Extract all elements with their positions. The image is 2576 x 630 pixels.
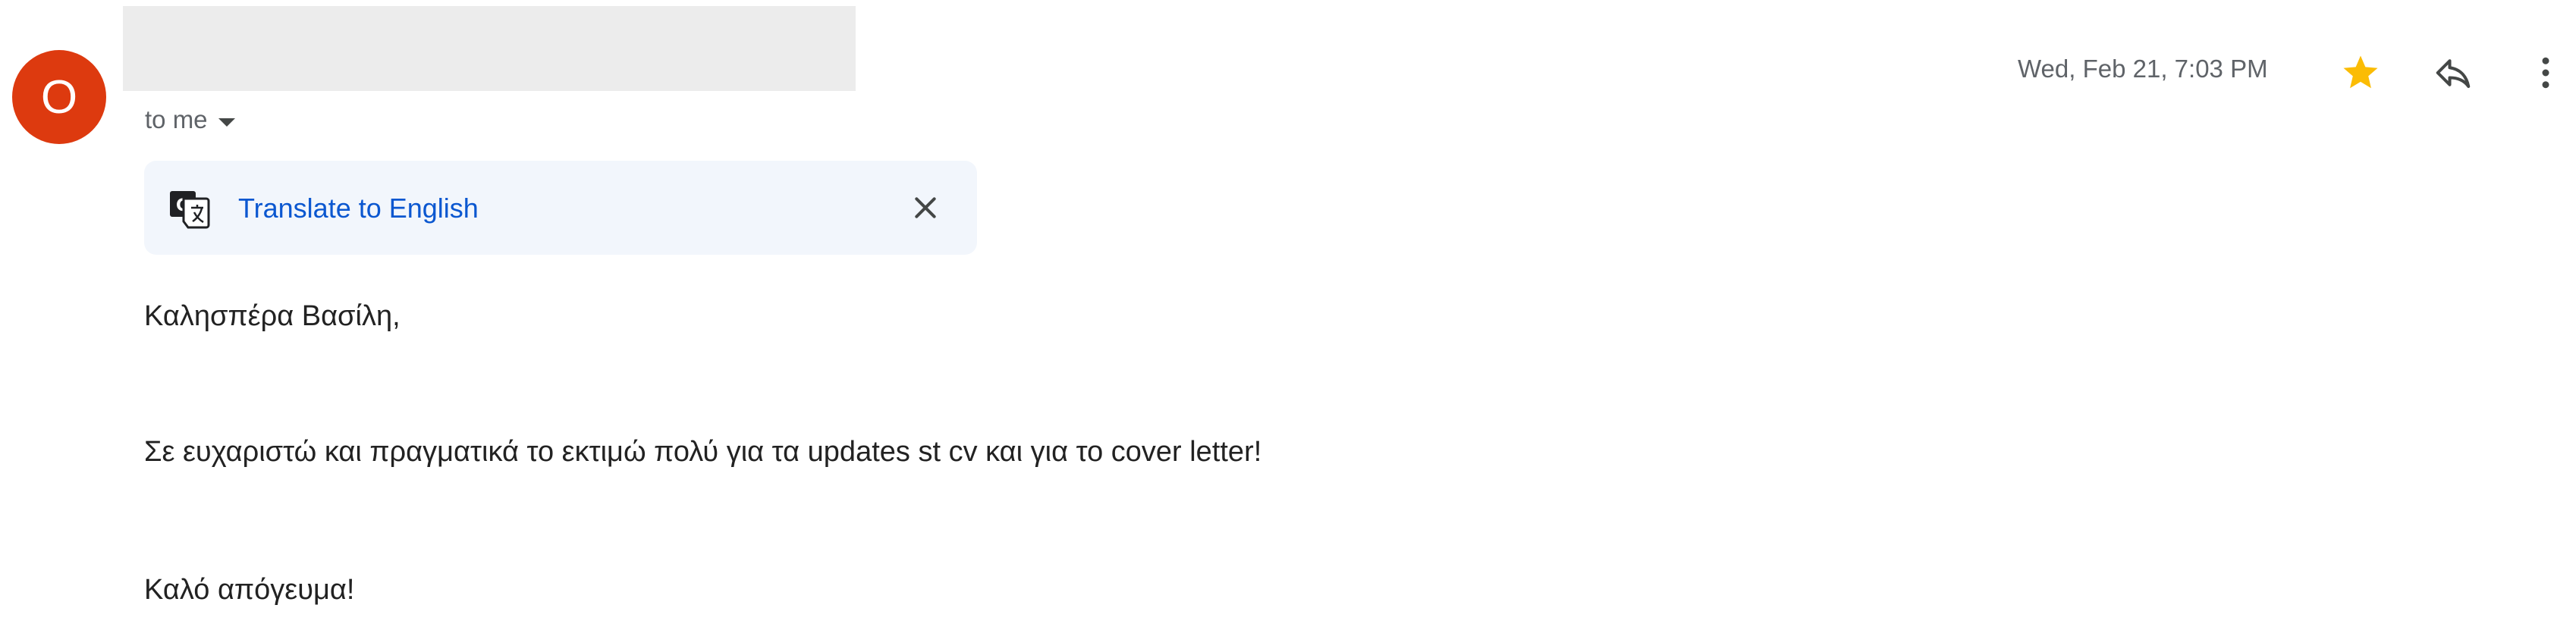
message-date: Wed, Feb 21, 7:03 PM [2018,55,2268,83]
message-greeting: Καλησπέρα Βασίλη, [144,300,401,332]
translate-link[interactable]: Translate to English [238,193,479,224]
caret-down-icon[interactable] [218,118,235,127]
sender-name-redacted [123,6,856,91]
close-icon[interactable] [907,190,944,226]
reply-icon[interactable] [2430,50,2476,96]
star-icon[interactable] [2338,50,2383,96]
sender-initial: O [40,71,78,124]
translate-bar: G Translate to English [144,161,977,255]
more-vert-icon[interactable] [2523,50,2568,96]
recipient-label: to me [145,105,208,133]
translate-icon: G [168,188,211,229]
message-closing: Καλό απόγευμα! [144,574,355,606]
message-text: Σε ευχαριστώ και πραγματικά το εκτιμώ πο… [144,436,1262,468]
recipient-details[interactable]: to me [145,105,235,135]
sender-avatar[interactable]: O [12,50,106,144]
